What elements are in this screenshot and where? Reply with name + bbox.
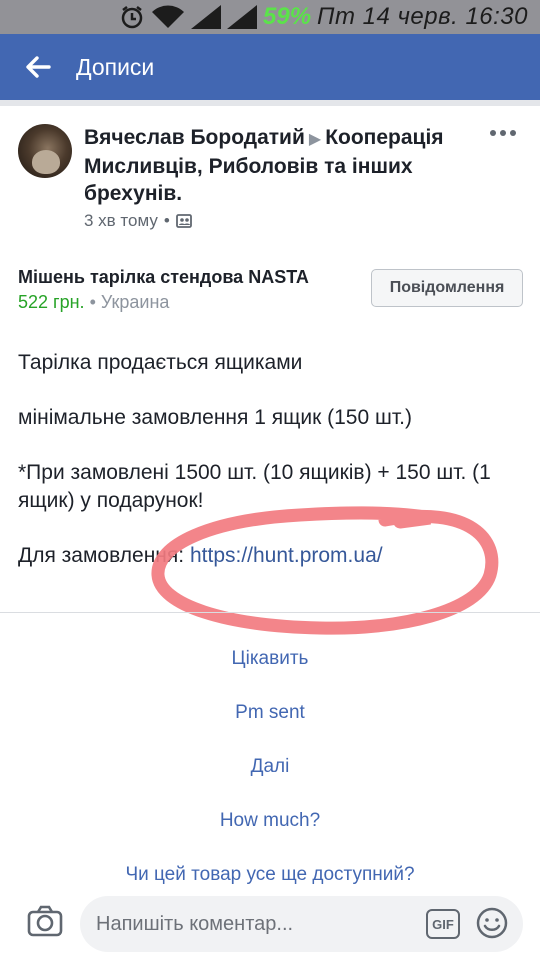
- app-bar: Дописи: [0, 34, 540, 100]
- post-header: Вячеслав Бородатий ▶ Кооперація Мисливців,…: [84, 124, 474, 207]
- post-time[interactable]: 3 хв тому: [84, 211, 158, 231]
- page-title: Дописи: [76, 53, 155, 80]
- signal-icon: [227, 5, 257, 29]
- body-line: Для замовлення: https://hunt.prom.ua/: [18, 542, 528, 570]
- status-bar: 59% Пт 14 черв. 16:30: [0, 0, 540, 34]
- alarm-icon: [119, 4, 145, 30]
- body-line: Тарілка продається ящиками: [18, 351, 303, 374]
- smiley-icon[interactable]: [475, 906, 509, 940]
- body-line: мінімальне замовлення 1 ящик (150 шт.): [18, 406, 412, 429]
- quick-reply[interactable]: Чи цей товар усе ще доступний?: [0, 864, 540, 886]
- quick-replies: Цікавить Pm sent Далі How much? Чи цей т…: [0, 612, 540, 890]
- post: Вячеслав Бородатий ▶ Кооперація Мисливців,…: [0, 106, 540, 612]
- group-icon: [175, 214, 192, 228]
- separator-dot: •: [163, 211, 170, 230]
- message-button[interactable]: Повідомлення: [371, 269, 523, 307]
- wifi-icon: [151, 4, 185, 30]
- comment-input[interactable]: [96, 896, 416, 952]
- battery-level: 59%: [263, 3, 312, 30]
- more-options-button[interactable]: [490, 124, 518, 142]
- status-datetime: Пт 14 черв. 16:30: [317, 3, 528, 30]
- product-price: 522 грн.: [18, 292, 85, 312]
- product-price-line: 522 грн. • Украина: [18, 292, 170, 312]
- quick-reply[interactable]: Цікавить: [0, 648, 540, 670]
- triangle-right-icon: ▶: [308, 131, 322, 148]
- quick-reply[interactable]: Далі: [0, 756, 540, 778]
- arrow-left-icon: [26, 56, 51, 78]
- camera-icon[interactable]: [26, 902, 64, 940]
- quick-reply[interactable]: Pm sent: [0, 702, 540, 724]
- avatar[interactable]: [18, 124, 72, 178]
- body-line: *При замовлені 1500 шт. (10 ящиків) + 15…: [18, 461, 491, 512]
- product-location: Украина: [100, 292, 170, 312]
- signal-icon: [191, 5, 221, 29]
- product-title: Мішень тарілка стендова NASTA: [18, 267, 309, 287]
- gif-button[interactable]: GIF: [426, 909, 460, 939]
- author-name[interactable]: Вячеслав Бородатий: [84, 126, 305, 149]
- order-label: Для замовлення:: [18, 544, 185, 567]
- shop-link[interactable]: https://hunt.prom.ua/: [190, 544, 383, 567]
- back-button[interactable]: [0, 34, 76, 100]
- post-meta: 3 хв тому •: [84, 211, 192, 231]
- post-body: Тарілка продається ящиками мінімальне за…: [18, 349, 528, 597]
- quick-reply[interactable]: How much?: [0, 810, 540, 832]
